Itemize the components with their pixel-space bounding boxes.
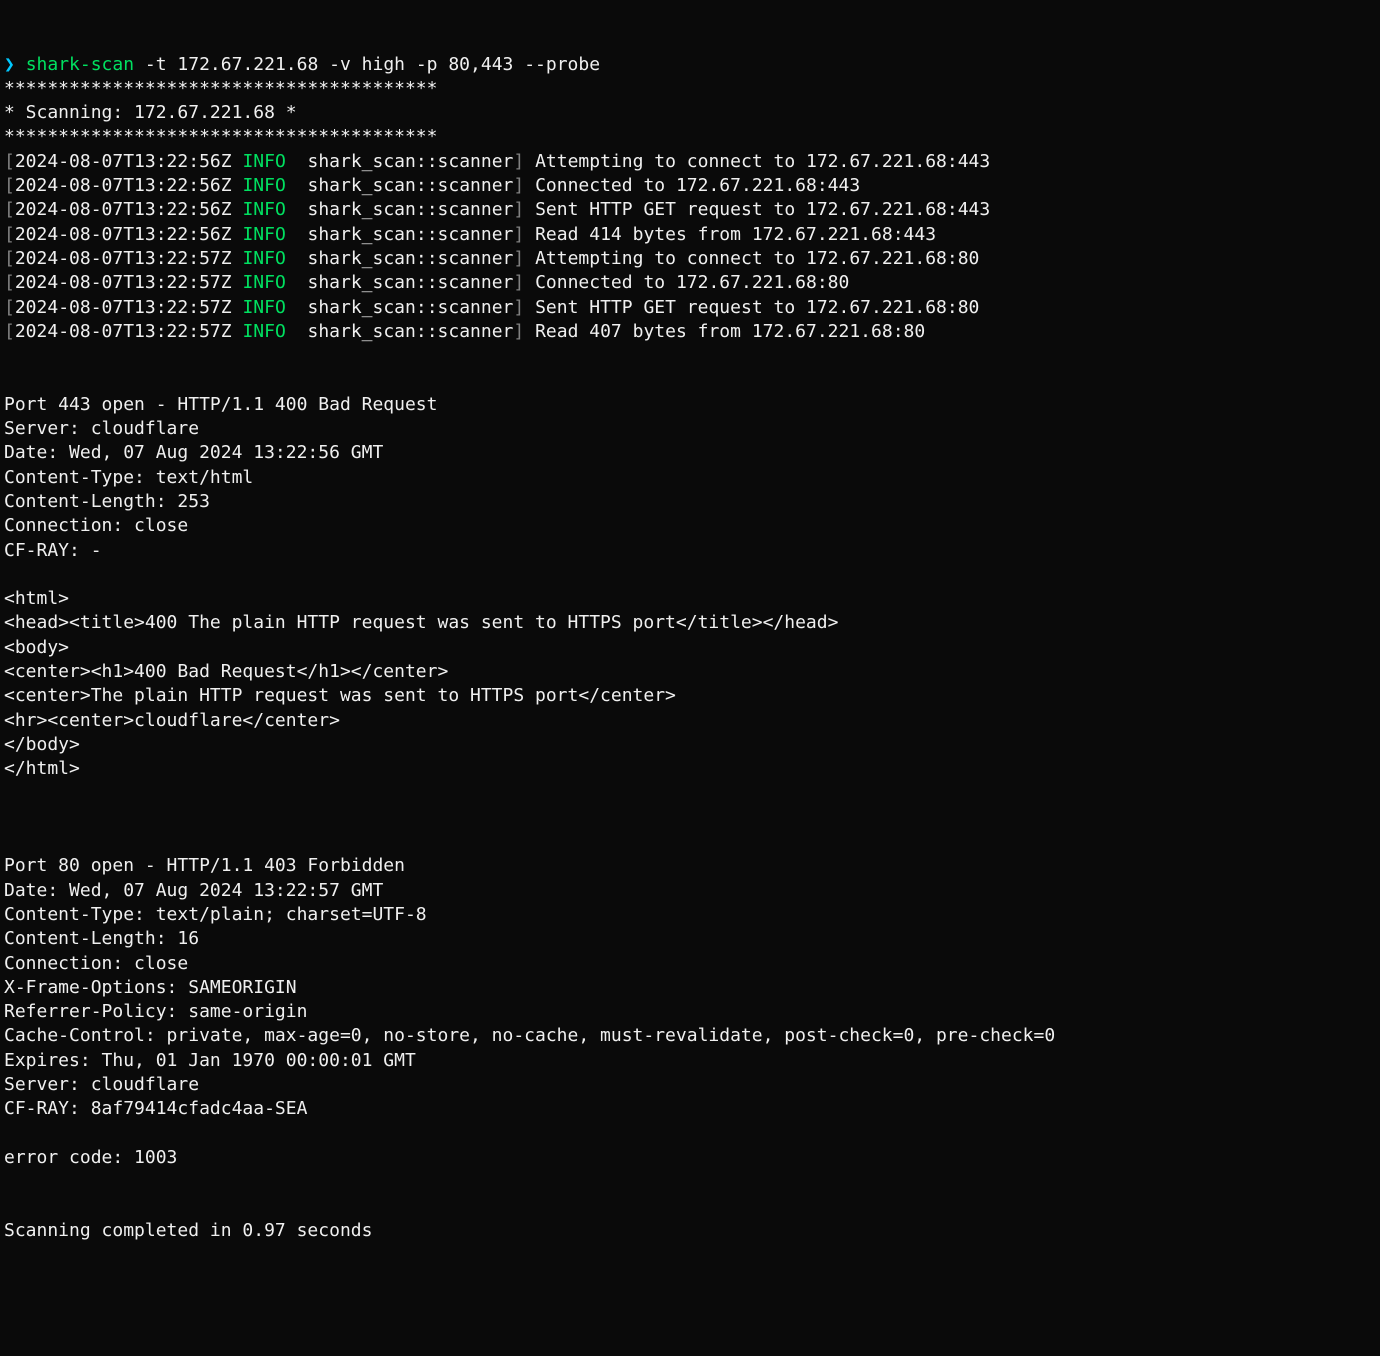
banner-border-bot: **************************************** [4, 126, 437, 147]
output-line [4, 1122, 1376, 1146]
output-line: <center>The plain HTTP request was sent … [4, 684, 1376, 708]
log-line: [2024-08-07T13:22:56Z INFO shark_scan::s… [4, 174, 1376, 198]
log-lines: [2024-08-07T13:22:56Z INFO shark_scan::s… [4, 150, 1376, 344]
output-line: Expires: Thu, 01 Jan 1970 00:00:01 GMT [4, 1049, 1376, 1073]
output-line: Cache-Control: private, max-age=0, no-st… [4, 1024, 1376, 1048]
output-line: Server: cloudflare [4, 1073, 1376, 1097]
output-line: </body> [4, 733, 1376, 757]
output-line: </html> [4, 757, 1376, 781]
results-443: Port 443 open - HTTP/1.1 400 Bad Request… [4, 368, 1376, 805]
banner-title: * Scanning: 172.67.221.68 * [4, 102, 297, 123]
output-line: <hr><center>cloudflare</center> [4, 709, 1376, 733]
output-line: Port 443 open - HTTP/1.1 400 Bad Request [4, 393, 1376, 417]
output-line: CF-RAY: - [4, 539, 1376, 563]
log-line: [2024-08-07T13:22:56Z INFO shark_scan::s… [4, 150, 1376, 174]
prompt-indicator: ❯ [4, 54, 15, 75]
output-line: Server: cloudflare [4, 417, 1376, 441]
banner-border-top: **************************************** [4, 78, 437, 99]
output-line: Content-Type: text/html [4, 466, 1376, 490]
footer-line: Scanning completed in 0.97 seconds [4, 1220, 372, 1241]
log-line: [2024-08-07T13:22:56Z INFO shark_scan::s… [4, 198, 1376, 222]
log-line: [2024-08-07T13:22:57Z INFO shark_scan::s… [4, 271, 1376, 295]
output-line: Date: Wed, 07 Aug 2024 13:22:57 GMT [4, 879, 1376, 903]
results-80: Port 80 open - HTTP/1.1 403 ForbiddenDat… [4, 830, 1376, 1194]
log-line: [2024-08-07T13:22:57Z INFO shark_scan::s… [4, 247, 1376, 271]
output-line: X-Frame-Options: SAMEORIGIN [4, 976, 1376, 1000]
output-line: CF-RAY: 8af79414cfadc4aa-SEA [4, 1097, 1376, 1121]
log-line: [2024-08-07T13:22:56Z INFO shark_scan::s… [4, 223, 1376, 247]
output-line: Connection: close [4, 514, 1376, 538]
terminal-output[interactable]: ❯ shark-scan -t 172.67.221.68 -v high -p… [4, 53, 1376, 1244]
output-line: error code: 1003 [4, 1146, 1376, 1170]
output-line: Connection: close [4, 952, 1376, 976]
output-line: Referrer-Policy: same-origin [4, 1000, 1376, 1024]
log-line: [2024-08-07T13:22:57Z INFO shark_scan::s… [4, 296, 1376, 320]
output-line: <html> [4, 587, 1376, 611]
output-line: Content-Type: text/plain; charset=UTF-8 [4, 903, 1376, 927]
output-line: Content-Length: 16 [4, 927, 1376, 951]
output-line [4, 563, 1376, 587]
command-args: -t 172.67.221.68 -v high -p 80,443 --pro… [145, 54, 600, 75]
output-line: <head><title>400 The plain HTTP request … [4, 611, 1376, 635]
command-name: shark-scan [26, 54, 134, 75]
output-line: <body> [4, 636, 1376, 660]
output-line: Port 80 open - HTTP/1.1 403 Forbidden [4, 854, 1376, 878]
output-line: Content-Length: 253 [4, 490, 1376, 514]
log-line: [2024-08-07T13:22:57Z INFO shark_scan::s… [4, 320, 1376, 344]
output-line: <center><h1>400 Bad Request</h1></center… [4, 660, 1376, 684]
output-line: Date: Wed, 07 Aug 2024 13:22:56 GMT [4, 441, 1376, 465]
